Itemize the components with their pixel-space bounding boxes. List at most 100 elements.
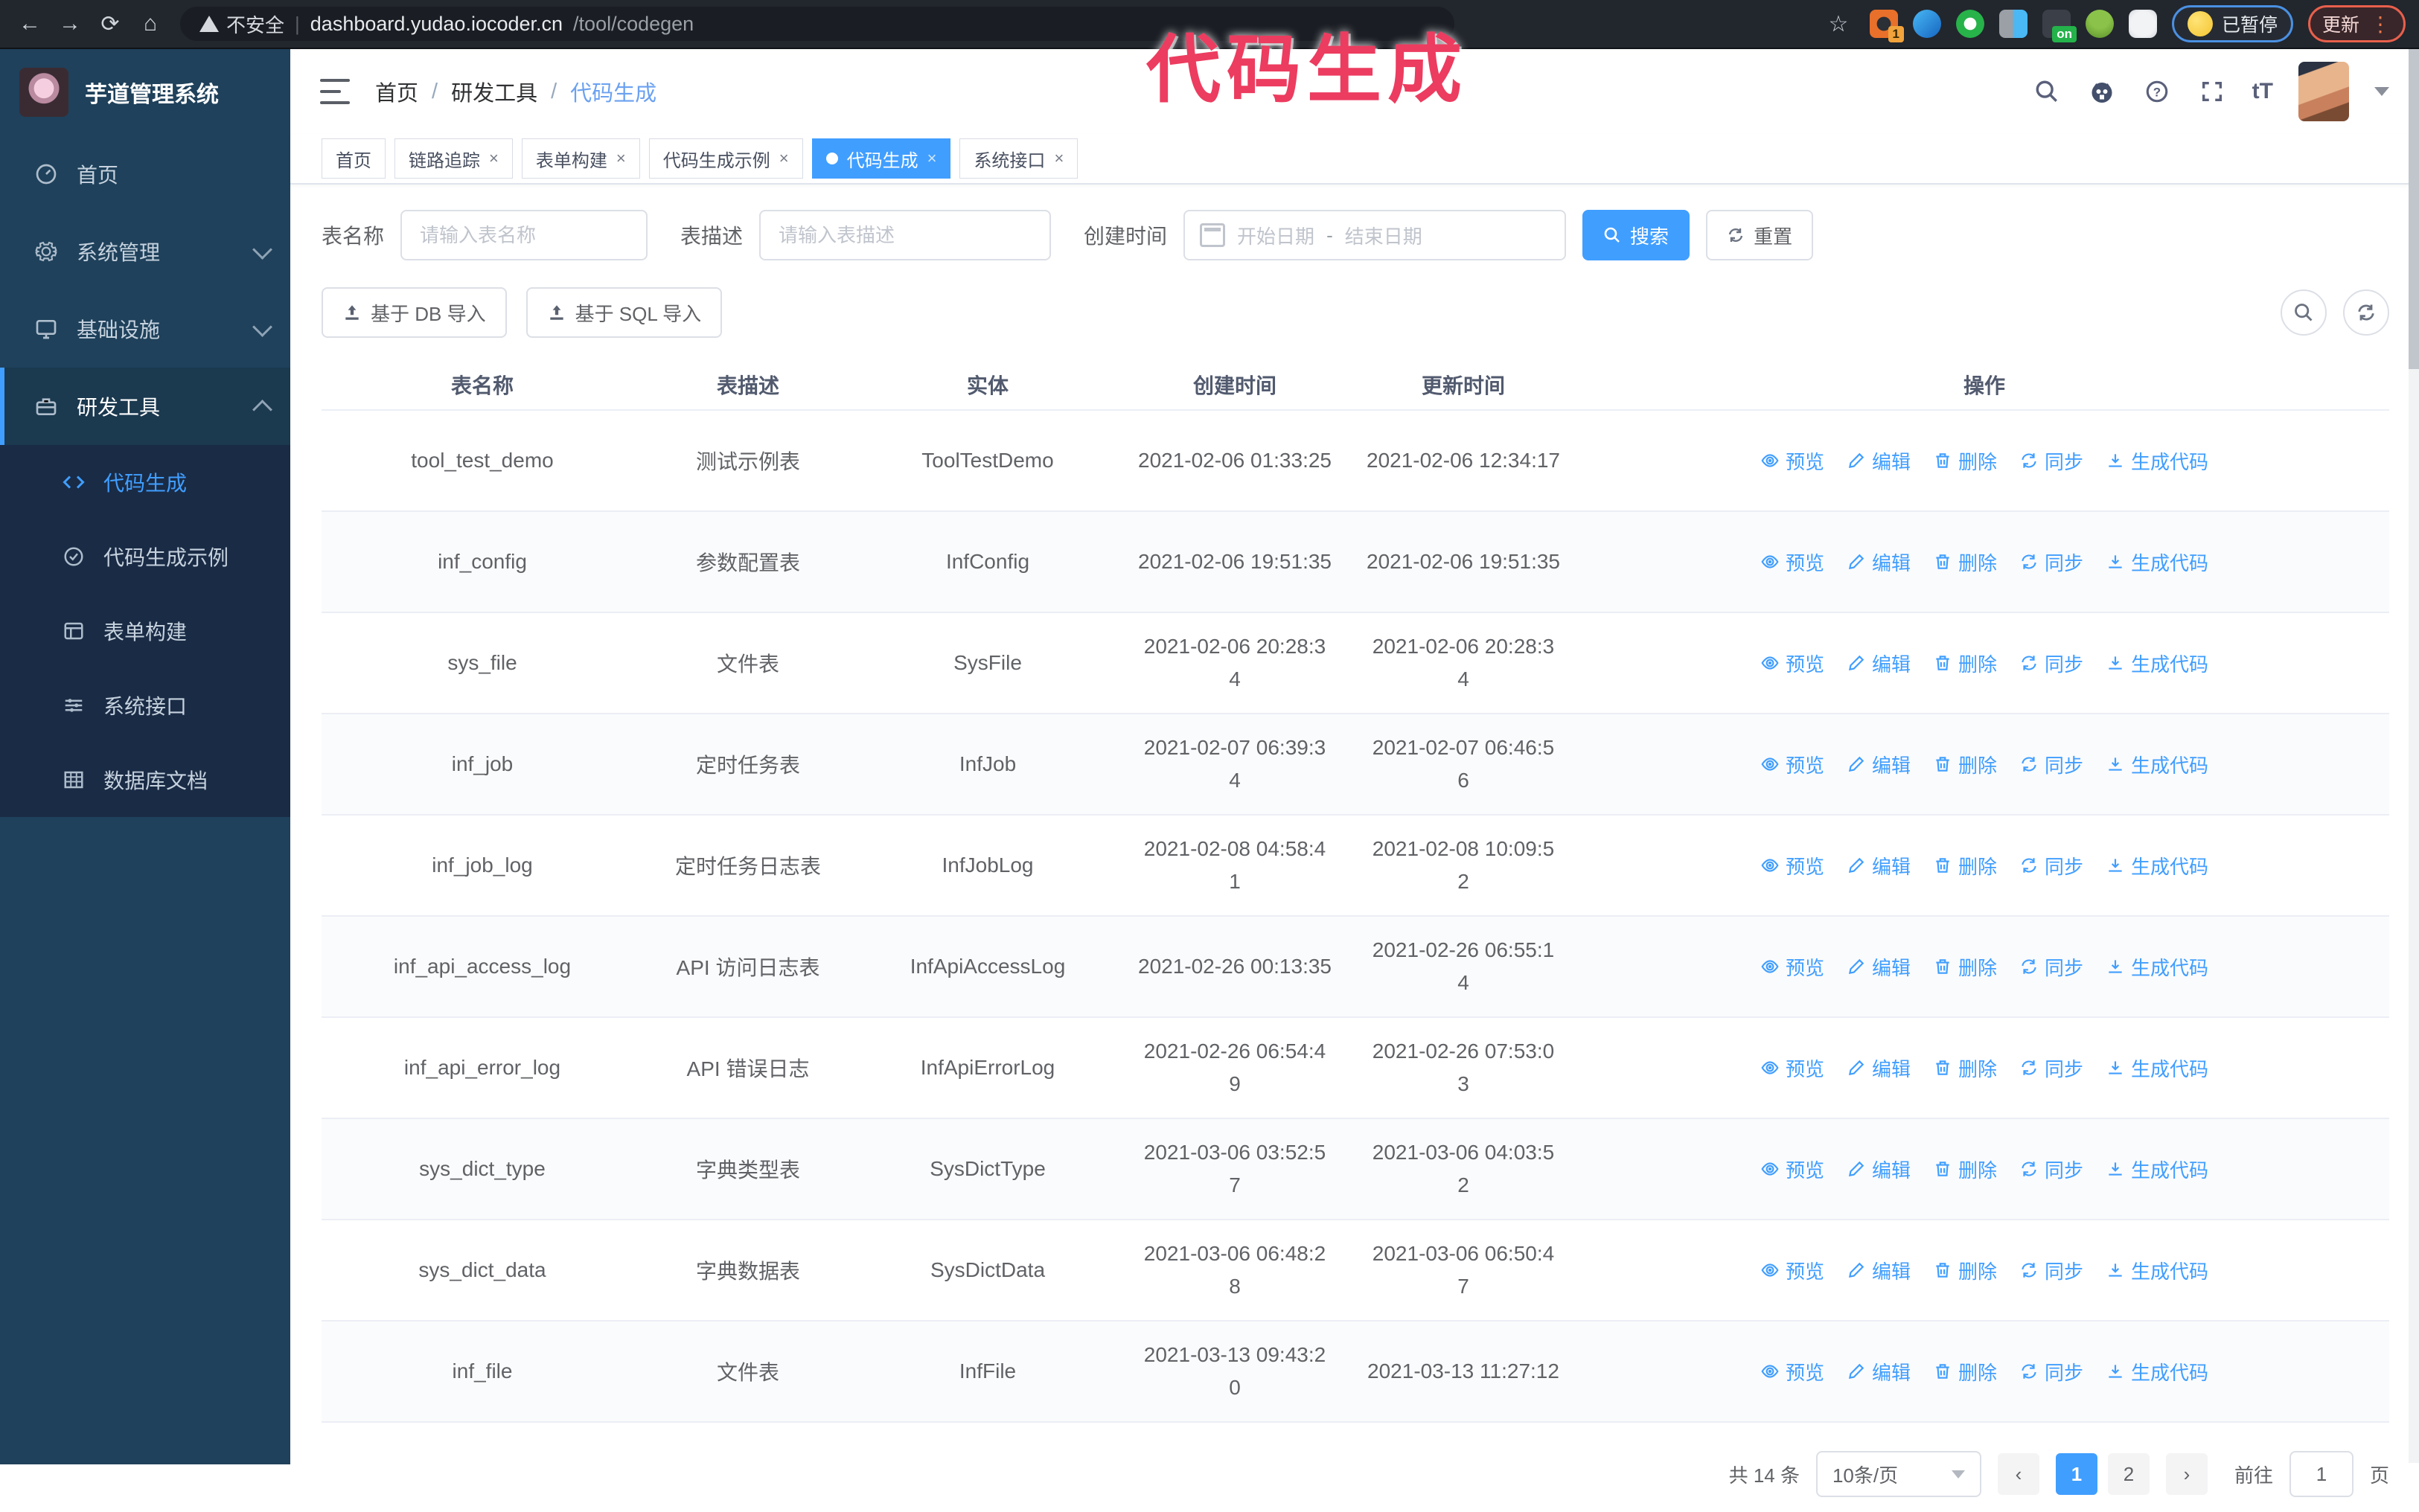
action-edit[interactable]: 编辑 (1847, 1257, 1911, 1284)
sidebar-item-form-builder[interactable]: 表单构建 (0, 594, 290, 668)
action-edit[interactable]: 编辑 (1847, 1156, 1911, 1183)
action-edit[interactable]: 编辑 (1847, 751, 1911, 778)
action-edit[interactable]: 编辑 (1847, 1054, 1911, 1082)
table-row[interactable]: inf_api_access_log API 访问日志表 InfApiAcces… (322, 916, 2389, 1018)
extension-shield-icon[interactable] (1955, 10, 1984, 38)
action-sync[interactable]: 同步 (2019, 1054, 2083, 1082)
action-generate-code[interactable]: 生成代码 (2106, 447, 2208, 475)
close-tab-icon[interactable]: × (927, 149, 937, 168)
reset-button[interactable]: 重置 (1706, 210, 1814, 260)
action-preview[interactable]: 预览 (1760, 447, 1824, 475)
action-delete[interactable]: 删除 (1933, 548, 1997, 576)
sidebar-item-home[interactable]: 首页 (0, 135, 290, 213)
extension-icon-6[interactable] (2085, 10, 2114, 38)
close-tab-icon[interactable]: × (779, 149, 789, 168)
action-generate-code[interactable]: 生成代码 (2106, 548, 2208, 576)
action-edit[interactable]: 编辑 (1847, 1358, 1911, 1386)
avatar[interactable] (2298, 62, 2349, 121)
table-desc-input[interactable] (759, 210, 1052, 260)
action-generate-code[interactable]: 生成代码 (2106, 751, 2208, 778)
action-sync[interactable]: 同步 (2019, 548, 2083, 576)
action-preview[interactable]: 预览 (1760, 1156, 1824, 1183)
action-generate-code[interactable]: 生成代码 (2106, 1257, 2208, 1284)
table-name-input[interactable] (400, 210, 648, 260)
import-sql-button[interactable]: 基于 SQL 导入 (525, 287, 723, 338)
breadcrumb-devtools[interactable]: 研发工具 (451, 76, 537, 107)
sidebar-item-api[interactable]: 系统接口 (0, 668, 290, 743)
sidebar-item-devtools[interactable]: 研发工具 (0, 368, 290, 445)
action-edit[interactable]: 编辑 (1847, 548, 1911, 576)
table-row[interactable]: inf_job_log 定时任务日志表 InfJobLog 2021-02-08… (322, 815, 2389, 917)
close-tab-icon[interactable]: × (489, 149, 499, 168)
action-sync[interactable]: 同步 (2019, 1156, 2083, 1183)
back-icon[interactable]: ← (13, 7, 46, 40)
page-size-select[interactable]: 10条/页 (1815, 1451, 1981, 1497)
action-preview[interactable]: 预览 (1760, 852, 1824, 880)
prev-page-button[interactable]: ‹ (1997, 1453, 2039, 1495)
action-preview[interactable]: 预览 (1760, 548, 1824, 576)
scrollbar[interactable] (2409, 49, 2419, 1463)
table-row[interactable]: tool_test_demo 测试示例表 ToolTestDemo 2021-0… (322, 410, 2389, 512)
tab-view-3[interactable]: 代码生成示例 × (648, 138, 803, 179)
action-sync[interactable]: 同步 (2019, 751, 2083, 778)
table-row[interactable]: sys_dict_data 字典数据表 SysDictData 2021-03-… (322, 1220, 2389, 1322)
bookmark-star-icon[interactable]: ☆ (1822, 7, 1855, 40)
browser-menu-icon[interactable]: ⋮ (2370, 12, 2391, 36)
table-row[interactable]: sys_dict_type 字典类型表 SysDictType 2021-03-… (322, 1118, 2389, 1220)
start-date-placeholder[interactable]: 开始日期 (1237, 222, 1314, 249)
action-delete[interactable]: 删除 (1933, 751, 1997, 778)
action-delete[interactable]: 删除 (1933, 1156, 1997, 1183)
sidebar-item-system[interactable]: 系统管理 (0, 213, 290, 290)
breadcrumb-home[interactable]: 首页 (375, 76, 418, 107)
page-number-2[interactable]: 2 (2107, 1453, 2150, 1495)
dropdown-caret-icon[interactable] (2374, 87, 2389, 96)
action-sync[interactable]: 同步 (2019, 852, 2083, 880)
sidebar-item-codegen[interactable]: 代码生成 (0, 445, 290, 519)
address-bar[interactable]: 不安全 | dashboard.yudao.iocoder.cn/tool/co… (180, 7, 1454, 41)
import-db-button[interactable]: 基于 DB 导入 (322, 287, 507, 338)
action-edit[interactable]: 编辑 (1847, 650, 1911, 677)
sidebar-item-infra[interactable]: 基础设施 (0, 290, 290, 368)
update-button[interactable]: 更新 ⋮ (2307, 5, 2406, 42)
github-icon[interactable] (2087, 77, 2117, 106)
close-tab-icon[interactable]: × (1054, 149, 1064, 168)
close-tab-icon[interactable]: × (616, 149, 626, 168)
action-preview[interactable]: 预览 (1760, 751, 1824, 778)
action-edit[interactable]: 编辑 (1847, 953, 1911, 981)
action-delete[interactable]: 删除 (1933, 1054, 1997, 1082)
paused-chip[interactable]: 已暂停 (2171, 5, 2293, 42)
action-sync[interactable]: 同步 (2019, 953, 2083, 981)
next-page-button[interactable]: › (2165, 1453, 2208, 1495)
extension-icon-4[interactable] (1998, 10, 2027, 38)
table-row[interactable]: inf_api_error_log API 错误日志 InfApiErrorLo… (322, 1017, 2389, 1119)
action-preview[interactable]: 预览 (1760, 1358, 1824, 1386)
action-delete[interactable]: 删除 (1933, 1257, 1997, 1284)
action-edit[interactable]: 编辑 (1847, 447, 1911, 475)
action-generate-code[interactable]: 生成代码 (2106, 1054, 2208, 1082)
action-sync[interactable]: 同步 (2019, 1358, 2083, 1386)
sidebar-item-db-doc[interactable]: 数据库文档 (0, 743, 290, 817)
collapse-menu-icon[interactable] (320, 79, 350, 104)
action-generate-code[interactable]: 生成代码 (2106, 852, 2208, 880)
extension-icon-5[interactable]: on (2042, 10, 2077, 42)
table-row[interactable]: inf_job 定时任务表 InfJob 2021-02-07 06:39:3 … (322, 714, 2389, 816)
tab-view-5[interactable]: 系统接口 × (959, 138, 1079, 179)
end-date-placeholder[interactable]: 结束日期 (1345, 222, 1422, 249)
help-icon[interactable]: ? (2142, 77, 2172, 106)
toggle-search-button[interactable] (2281, 289, 2327, 336)
forward-icon[interactable]: → (54, 7, 86, 40)
extension-icon-2[interactable] (1912, 10, 1941, 38)
action-sync[interactable]: 同步 (2019, 1257, 2083, 1284)
app-logo[interactable]: 芋道管理系统 (0, 49, 290, 135)
tab-view-1[interactable]: 链路追踪 × (394, 138, 513, 179)
tab-view-4[interactable]: 代码生成 × (811, 138, 951, 179)
extension-icon-1[interactable]: 1 (1869, 10, 1904, 42)
scrollbar-thumb[interactable] (2409, 49, 2419, 369)
action-preview[interactable]: 预览 (1760, 1257, 1824, 1284)
action-generate-code[interactable]: 生成代码 (2106, 650, 2208, 677)
action-generate-code[interactable]: 生成代码 (2106, 953, 2208, 981)
refresh-table-button[interactable] (2343, 289, 2389, 336)
create-time-range-picker[interactable]: 开始日期 - 结束日期 (1183, 210, 1567, 260)
action-delete[interactable]: 删除 (1933, 447, 1997, 475)
goto-page-input[interactable] (2289, 1451, 2354, 1497)
